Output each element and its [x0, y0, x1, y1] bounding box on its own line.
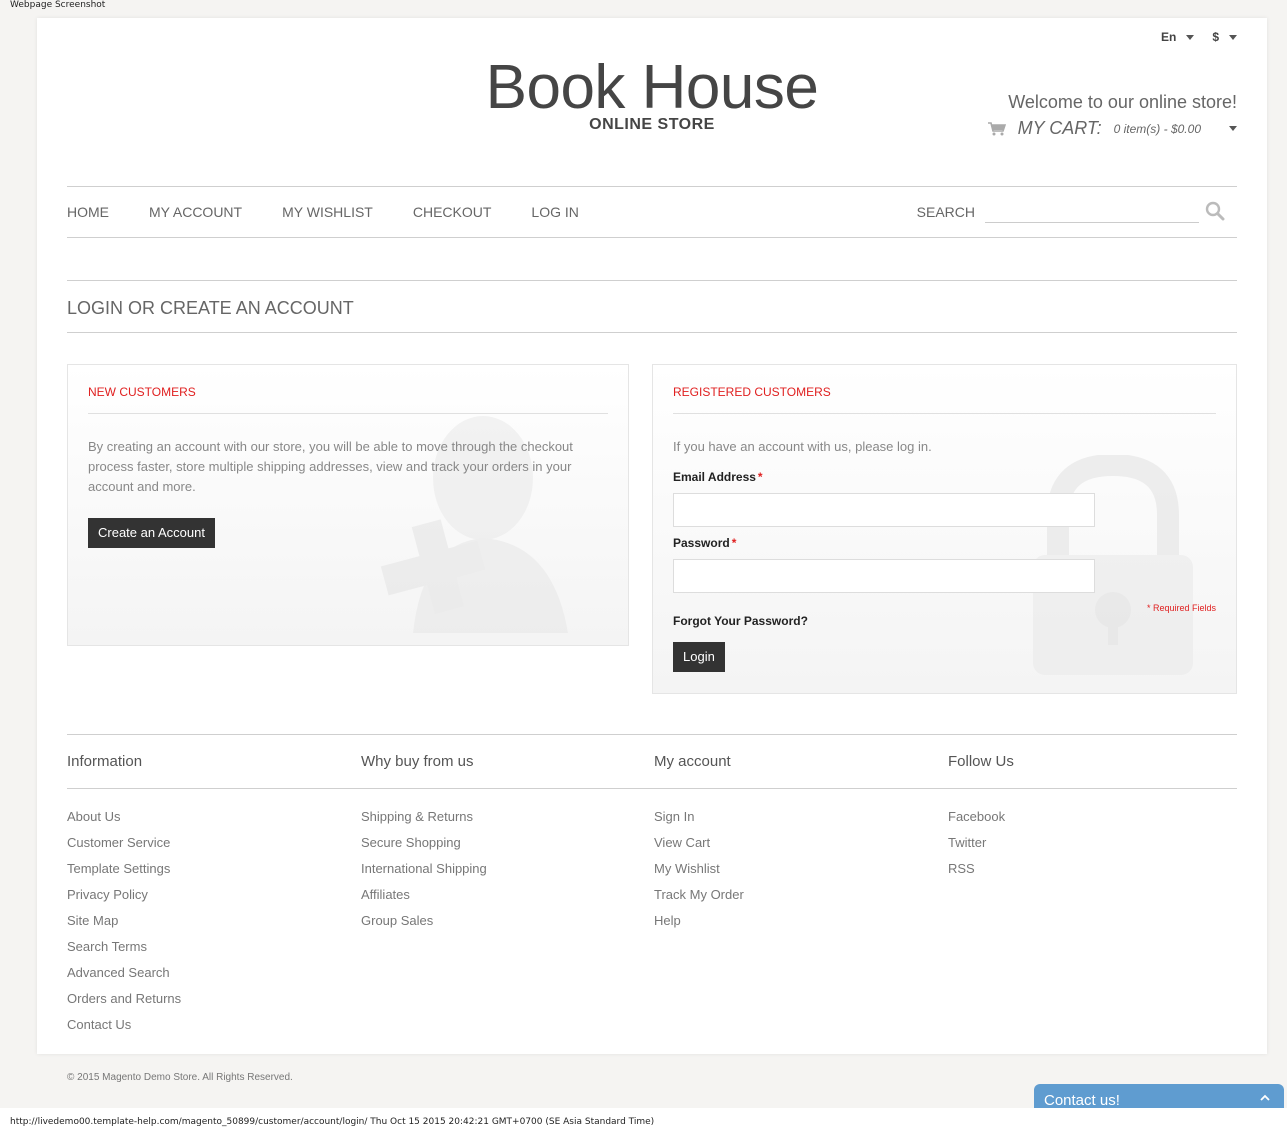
contact-us-label: Contact us!	[1044, 1092, 1120, 1109]
mini-cart[interactable]: MY CART: 0 item(s) - $0.00	[987, 118, 1237, 139]
page-title: LOGIN OR CREATE AN ACCOUNT	[67, 298, 354, 318]
language-value: En	[1160, 30, 1177, 44]
footer-link[interactable]: Customer Service	[67, 835, 181, 861]
footer-link[interactable]: Secure Shopping	[361, 835, 487, 861]
footer-link[interactable]: Orders and Returns	[67, 991, 181, 1017]
nav-item-my-wishlist[interactable]: MY WISHLIST	[282, 204, 373, 220]
currency-switcher[interactable]: $	[1212, 30, 1237, 44]
capture-label: Webpage Screenshot	[10, 0, 106, 10]
contact-us-tab[interactable]: Contact us!	[1034, 1084, 1284, 1110]
new-customers-heading: NEW CUSTOMERS	[88, 385, 608, 414]
footer-link[interactable]: Shipping & Returns	[361, 809, 487, 835]
footer-link[interactable]: International Shipping	[361, 861, 487, 887]
create-account-button[interactable]: Create an Account	[88, 518, 215, 548]
footer-link[interactable]: Twitter	[948, 835, 1005, 861]
password-field[interactable]	[673, 559, 1095, 593]
required-mark: *	[731, 536, 737, 550]
footer-link[interactable]: My Wishlist	[654, 861, 744, 887]
footer-link[interactable]: RSS	[948, 861, 1005, 887]
password-label: Password *	[673, 536, 736, 550]
chevron-down-icon	[1186, 34, 1195, 40]
currency-value: $	[1212, 30, 1219, 44]
password-label-text: Password	[673, 536, 730, 550]
footer-link[interactable]: Group Sales	[361, 913, 487, 939]
email-label-text: Email Address	[673, 470, 756, 484]
footer-link[interactable]: Site Map	[67, 913, 181, 939]
footer-link[interactable]: Track My Order	[654, 887, 744, 913]
footer-headings: Information Why buy from us My account F…	[67, 734, 1237, 789]
footer: Information Why buy from us My account F…	[67, 734, 1237, 1032]
status-bar: http://livedemo00.template-help.com/mage…	[0, 1108, 1287, 1128]
page-title-bar: LOGIN OR CREATE AN ACCOUNT	[67, 280, 1237, 333]
cart-label: MY CART:	[1017, 118, 1102, 138]
nav-links: HOME MY ACCOUNT MY WISHLIST CHECKOUT LOG…	[67, 187, 619, 237]
cart-icon	[987, 121, 1006, 135]
registered-customers-heading: REGISTERED CUSTOMERS	[673, 385, 1216, 414]
nav-item-home[interactable]: HOME	[67, 204, 109, 220]
search-icon[interactable]	[1205, 201, 1225, 221]
new-customers-text: By creating an account with our store, y…	[88, 439, 573, 494]
footer-link[interactable]: Search Terms	[67, 939, 181, 965]
page-container: En $ Book House ONLINE STORE Welcome to …	[37, 18, 1267, 1054]
required-mark: *	[757, 470, 763, 484]
registered-customers-box: REGISTERED CUSTOMERS If you have an acco…	[652, 364, 1237, 694]
new-customers-box: NEW CUSTOMERS By creating an account wit…	[67, 364, 629, 646]
chevron-down-icon	[1229, 126, 1237, 131]
store-logo[interactable]: Book House ONLINE STORE	[486, 56, 819, 134]
nav-item-my-account[interactable]: MY ACCOUNT	[149, 204, 242, 220]
nav-item-checkout[interactable]: CHECKOUT	[413, 204, 492, 220]
footer-list-my-account: Sign In View Cart My Wishlist Track My O…	[654, 809, 744, 939]
main-nav: HOME MY ACCOUNT MY WISHLIST CHECKOUT LOG…	[67, 186, 1237, 238]
footer-link[interactable]: About Us	[67, 809, 181, 835]
footer-link[interactable]: Facebook	[948, 809, 1005, 835]
footer-link[interactable]: Advanced Search	[67, 965, 181, 991]
footer-heading-information: Information	[67, 753, 143, 770]
registered-customers-text: If you have an account with us, please l…	[673, 439, 932, 454]
footer-link[interactable]: View Cart	[654, 835, 744, 861]
footer-link[interactable]: Template Settings	[67, 861, 181, 887]
footer-link[interactable]: Affiliates	[361, 887, 487, 913]
search-label: SEARCH	[916, 204, 975, 220]
copyright: © 2015 Magento Demo Store. All Rights Re…	[67, 1072, 293, 1083]
logo-title: Book House	[485, 53, 819, 122]
header-switchers: En $	[1161, 30, 1237, 44]
footer-link[interactable]: Privacy Policy	[67, 887, 181, 913]
footer-list-why-buy: Shipping & Returns Secure Shopping Inter…	[361, 809, 487, 939]
email-field[interactable]	[673, 493, 1095, 527]
footer-heading-follow-us: Follow Us	[948, 753, 1014, 770]
forgot-password-link[interactable]: Forgot Your Password?	[673, 614, 808, 628]
footer-list-follow-us: Facebook Twitter RSS	[948, 809, 1005, 887]
footer-link[interactable]: Help	[654, 913, 744, 939]
cart-summary: 0 item(s) - $0.00	[1113, 121, 1201, 136]
footer-heading-my-account: My account	[654, 753, 731, 770]
required-fields-note: * Required Fields	[1146, 603, 1216, 613]
footer-link[interactable]: Sign In	[654, 809, 744, 835]
nav-item-log-in[interactable]: LOG IN	[531, 204, 578, 220]
welcome-message: Welcome to our online store!	[1008, 92, 1237, 112]
language-switcher[interactable]: En	[1160, 30, 1195, 44]
chevron-up-icon	[1260, 1094, 1270, 1101]
login-button[interactable]: Login	[673, 642, 725, 672]
footer-list-information: About Us Customer Service Template Setti…	[67, 809, 181, 1043]
footer-heading-why-buy: Why buy from us	[361, 753, 474, 770]
search-input[interactable]	[985, 199, 1199, 223]
email-label: Email Address *	[673, 470, 763, 484]
chevron-down-icon	[1229, 34, 1237, 40]
footer-link[interactable]: Contact Us	[67, 1017, 181, 1043]
